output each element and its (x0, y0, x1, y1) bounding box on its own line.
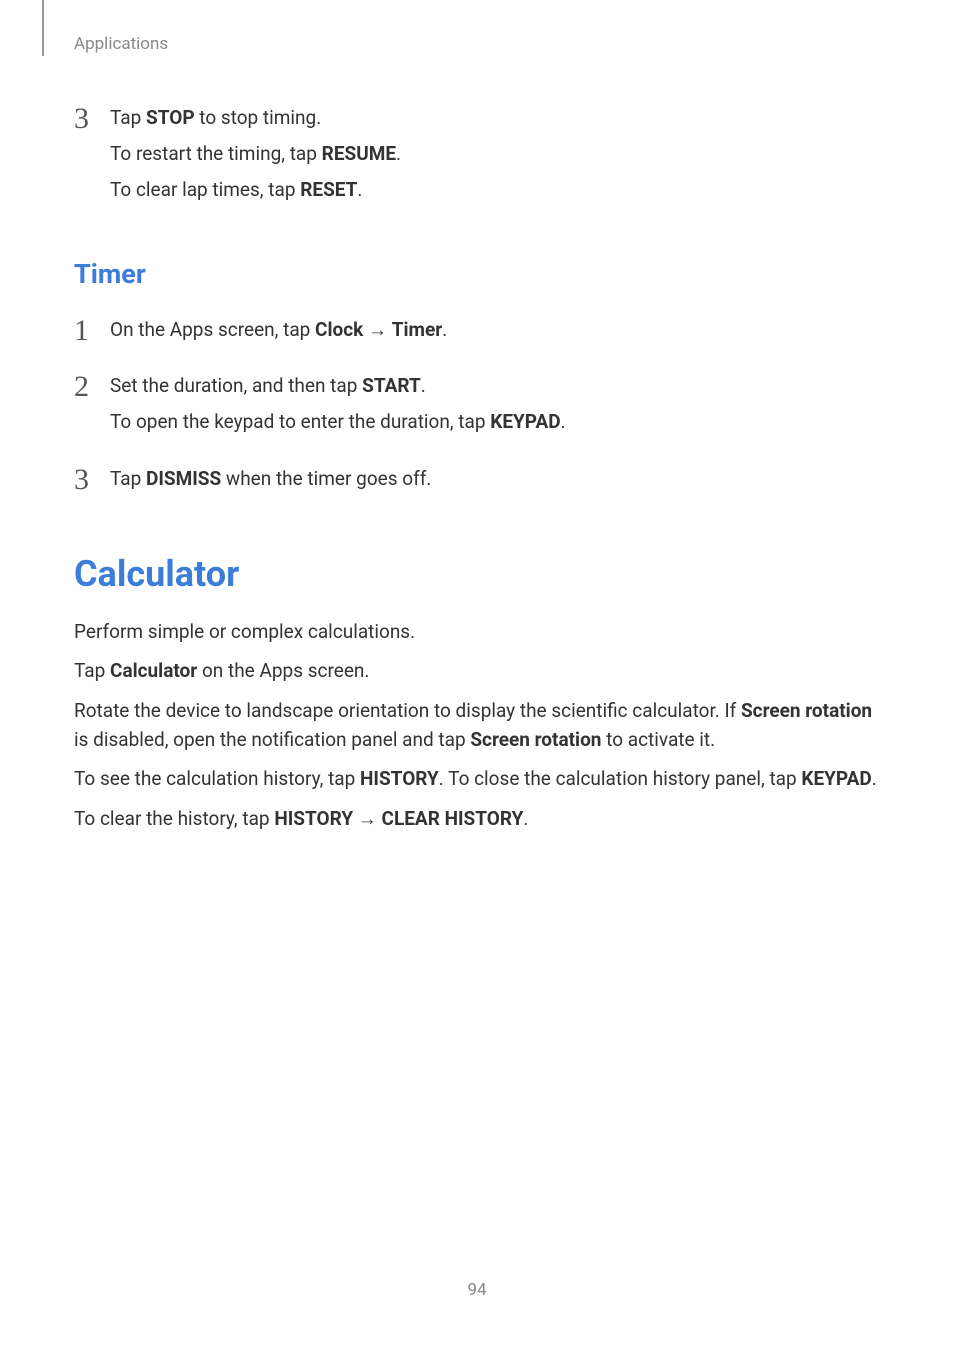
text: to activate it. (601, 728, 715, 751)
calculator-history-instruction: To see the calculation history, tap HIST… (74, 764, 880, 793)
text: To clear the history, tap (74, 807, 274, 830)
step-body: On the Apps screen, tap Clock → Timer. (110, 312, 447, 348)
bold-text: STOP (146, 106, 195, 129)
bold-text: DISMISS (146, 467, 221, 490)
text: to stop timing. (195, 106, 322, 129)
text: Set the duration, and then tap (110, 374, 362, 397)
text: To restart the timing, tap (110, 142, 322, 165)
step-number: 3 (74, 104, 92, 134)
text: . (523, 807, 528, 830)
bold-text: Timer (392, 318, 442, 341)
calculator-tap-instruction: Tap Calculator on the Apps screen. (74, 656, 880, 685)
bold-text: HISTORY (360, 767, 439, 790)
page-content: 3 Tap STOP to stop timing. To restart th… (74, 100, 880, 843)
text: To clear lap times, tap (110, 178, 300, 201)
text: To see the calculation history, tap (74, 767, 360, 790)
text: . (872, 767, 877, 790)
text: on the Apps screen. (197, 659, 369, 682)
bold-text: Calculator (110, 659, 197, 682)
timer-step-2: 2 Set the duration, and then tap START. … (74, 368, 880, 440)
step-body: Set the duration, and then tap START. To… (110, 368, 566, 440)
bold-text: CLEAR HISTORY (382, 807, 524, 830)
calculator-heading: Calculator (74, 553, 880, 595)
text: . (357, 178, 362, 201)
bold-text: Screen rotation (741, 699, 872, 722)
bold-text: KEYPAD (490, 410, 560, 433)
step-number: 1 (74, 316, 92, 346)
timer-step-3: 3 Tap DISMISS when the timer goes off. (74, 461, 880, 497)
text: . (561, 410, 566, 433)
text: Tap (74, 659, 110, 682)
text: . (396, 142, 401, 165)
arrow-icon: → (363, 318, 391, 341)
text: . (442, 318, 447, 341)
step-number: 2 (74, 372, 92, 402)
text: Rotate the device to landscape orientati… (74, 699, 741, 722)
bold-text: RESET (300, 178, 357, 201)
bold-text: Screen rotation (470, 728, 601, 751)
stopwatch-step-3: 3 Tap STOP to stop timing. To restart th… (74, 100, 880, 208)
header-divider (42, 0, 44, 56)
text: To open the keypad to enter the duration… (110, 410, 490, 433)
step-number: 3 (74, 465, 92, 495)
step-body: Tap STOP to stop timing. To restart the … (110, 100, 401, 208)
timer-step-1: 1 On the Apps screen, tap Clock → Timer. (74, 312, 880, 348)
bold-text: RESUME (322, 142, 396, 165)
page-number: 94 (0, 1280, 954, 1300)
text: is disabled, open the notification panel… (74, 728, 470, 751)
text: Tap (110, 106, 146, 129)
calculator-intro: Perform simple or complex calculations. (74, 617, 880, 646)
calculator-clear-history-instruction: To clear the history, tap HISTORY → CLEA… (74, 804, 880, 833)
timer-heading: Timer (74, 258, 880, 290)
bold-text: Clock (315, 318, 363, 341)
text: On the Apps screen, tap (110, 318, 315, 341)
text: when the timer goes off. (221, 467, 431, 490)
bold-text: HISTORY (274, 807, 353, 830)
bold-text: START (362, 374, 421, 397)
text: Tap (110, 467, 146, 490)
header-section-label: Applications (74, 34, 168, 54)
calculator-rotation-instruction: Rotate the device to landscape orientati… (74, 696, 880, 755)
text: . To close the calculation history panel… (439, 767, 802, 790)
bold-text: KEYPAD (801, 767, 871, 790)
text: . (421, 374, 426, 397)
step-body: Tap DISMISS when the timer goes off. (110, 461, 431, 497)
arrow-icon: → (353, 807, 381, 830)
